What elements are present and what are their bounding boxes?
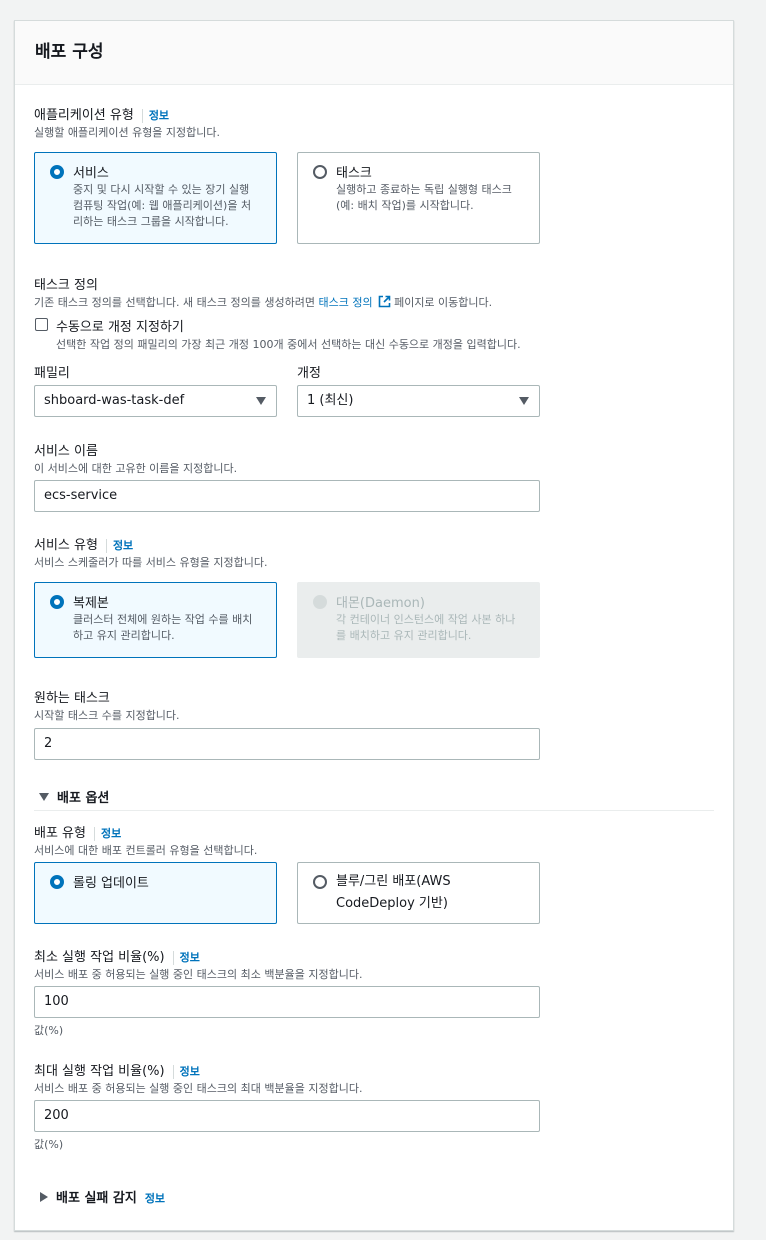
task-def-label: 태스크 정의 [34,278,98,293]
option-title: 태스크 [336,166,372,181]
divider [172,950,174,965]
caret-down-icon [256,397,266,405]
task-def-link[interactable]: 태스크 정의 [318,295,390,309]
option-desc-line: (예: 배치 작업)를 시작합니다. [336,199,474,212]
option-desc-line: 중지 및 다시 시작할 수 있는 장기 실행 [73,183,250,196]
service-name-desc: 이 서비스에 대한 고유한 이름을 지정합니다. [34,462,238,475]
service-type-label-row: 서비스 유형 정보 [34,534,133,553]
deploy-type-option-rolling[interactable]: 롤링 업데이트 [34,862,277,924]
radio-unselected-icon [313,875,327,889]
deploy-options-title[interactable]: 배포 옵션 [57,791,109,806]
panel-title: 배포 구성 [35,42,104,62]
min-percent-input[interactable]: 100 [34,986,540,1018]
radio-unselected-icon [313,165,327,179]
task-def-desc-text: 페이지로 이동합니다. [390,296,493,309]
option-desc-line: 클러스터 전체에 원하는 작업 수를 배치 [73,613,253,626]
min-percent-label: 최소 실행 작업 비율(%) [34,950,165,965]
option-title: 블루/그린 배포(AWS CodeDeploy 기반) [336,871,451,915]
max-percent-input[interactable]: 200 [34,1100,540,1132]
divider [34,810,714,811]
option-title: 롤링 업데이트 [73,876,149,891]
revision-label: 개정 [297,366,321,381]
deploy-type-label-row: 배포 유형 정보 [34,822,121,841]
app-type-label: 애플리케이션 유형 [34,108,134,123]
option-title: 대몬(Daemon) [336,596,425,611]
option-desc-line: 각 컨테이너 인스턴스에 작업 사본 하나 [336,613,516,626]
deploy-type-info-link[interactable]: 정보 [101,827,121,840]
min-percent-info-link[interactable]: 정보 [180,951,200,964]
family-select-value: shboard-was-task-def [44,393,185,408]
deploy-type-label: 배포 유형 [34,826,86,841]
desired-tasks-desc: 시작할 태스크 수를 지정합니다. [34,709,180,722]
failure-detection-info-link[interactable]: 정보 [145,1192,165,1205]
family-label: 패밀리 [34,366,70,381]
divider [172,1064,174,1079]
option-title-line: CodeDeploy 기반) [336,896,448,911]
divider [93,826,95,841]
min-percent-label-row: 최소 실행 작업 비율(%) 정보 [34,946,200,965]
max-percent-info-link[interactable]: 정보 [180,1065,200,1078]
option-desc: 각 컨테이너 인스턴스에 작업 사본 하나 를 배치하고 유지 관리합니다. [336,612,515,644]
external-link-icon [378,295,390,308]
max-percent-label: 최대 실행 작업 비율(%) [34,1064,165,1079]
deploy-options-expander[interactable]: 배포 옵션 [39,787,109,806]
max-percent-unit: 값(%) [34,1138,64,1151]
manual-revision-checkbox[interactable] [35,318,48,331]
deploy-type-option-bluegreen[interactable]: 블루/그린 배포(AWS CodeDeploy 기반) [297,862,540,924]
option-title: 복제본 [73,596,109,611]
option-title-line: 블루/그린 배포(AWS [336,874,451,889]
desired-tasks-input[interactable]: 2 [34,728,540,760]
option-desc-line: 실행하고 종료하는 독립 실행형 태스크 [336,183,512,196]
service-type-option-replica[interactable]: 복제본 클러스터 전체에 원하는 작업 수를 배치 하고 유지 관리합니다. [34,582,277,658]
manual-revision-label[interactable]: 수동으로 개정 지정하기 [56,316,184,335]
service-type-label: 서비스 유형 [34,538,98,553]
option-desc-line: 하고 유지 관리합니다. [73,629,175,642]
revision-select-value: 1 (최신) [307,393,354,408]
task-def-link-text[interactable]: 태스크 정의 [318,296,372,309]
option-desc-line: 를 배치하고 유지 관리합니다. [336,629,472,642]
option-desc: 실행하고 종료하는 독립 실행형 태스크 (예: 배치 작업)를 시작합니다. [336,182,512,214]
radio-selected-icon [50,165,64,179]
service-name-input[interactable]: ecs-service [34,480,540,512]
app-type-info-link[interactable]: 정보 [149,109,169,122]
min-percent-unit: 값(%) [34,1024,64,1037]
divider [105,538,107,553]
service-type-info-link[interactable]: 정보 [113,539,133,552]
option-desc-line: 컴퓨팅 작업(예: 웹 애플리케이션)을 처 [73,199,252,212]
caret-down-icon [519,397,529,405]
service-type-desc: 서비스 스케줄러가 따를 서비스 유형을 지정합니다. [34,556,268,569]
revision-select[interactable]: 1 (최신) [297,385,540,417]
panel-header: 배포 구성 [15,21,733,85]
radio-selected-icon [50,875,64,889]
option-desc: 중지 및 다시 시작할 수 있는 장기 실행 컴퓨팅 작업(예: 웹 애플리케이… [73,182,251,230]
desired-tasks-label: 원하는 태스크 [34,691,110,706]
deploy-type-desc: 서비스에 대한 배포 컨트롤러 유형을 선택합니다. [34,844,258,857]
max-percent-label-row: 최대 실행 작업 비율(%) 정보 [34,1060,200,1079]
app-type-label-row: 애플리케이션 유형 정보 [34,104,169,123]
option-desc-line: 리하는 태스크 그룹을 시작합니다. [73,215,229,228]
radio-selected-icon [50,595,64,609]
app-type-desc: 실행할 애플리케이션 유형을 지정합니다. [34,126,221,139]
app-type-option-service[interactable]: 서비스 중지 및 다시 시작할 수 있는 장기 실행 컴퓨팅 작업(예: 웹 애… [34,152,277,244]
max-percent-desc: 서비스 배포 중 허용되는 실행 중인 태스크의 최대 백분율을 지정합니다. [34,1082,363,1095]
family-select[interactable]: shboard-was-task-def [34,385,277,417]
option-desc: 클러스터 전체에 원하는 작업 수를 배치 하고 유지 관리합니다. [73,612,252,644]
caret-right-icon [40,1192,48,1202]
app-type-option-task[interactable]: 태스크 실행하고 종료하는 독립 실행형 태스크 (예: 배치 작업)를 시작합… [297,152,540,244]
caret-down-icon [39,793,49,801]
task-def-desc-text: 기존 태스크 정의를 선택합니다. 새 태스크 정의를 생성하려면 [34,296,319,309]
divider [141,108,143,123]
service-type-option-daemon: 대몬(Daemon) 각 컨테이너 인스턴스에 작업 사본 하나 를 배치하고 … [297,582,540,658]
manual-revision-desc: 선택한 작업 정의 패밀리의 가장 최근 개정 100개 중에서 선택하는 대신… [56,338,521,351]
task-def-desc: 기존 태스크 정의를 선택합니다. 새 태스크 정의를 생성하려면 태스크 정의… [34,294,492,310]
radio-disabled-icon [313,595,327,609]
min-percent-desc: 서비스 배포 중 허용되는 실행 중인 태스크의 최소 백분율을 지정합니다. [34,968,363,981]
failure-detection-expander[interactable]: 배포 실패 감지 정보 [40,1187,165,1206]
service-name-label: 서비스 이름 [34,444,98,459]
option-title: 서비스 [73,166,109,181]
failure-detection-title[interactable]: 배포 실패 감지 [56,1191,137,1206]
deployment-config-panel: 배포 구성 애플리케이션 유형 정보 실행할 애플리케이션 유형을 지정합니다. … [14,20,734,1231]
